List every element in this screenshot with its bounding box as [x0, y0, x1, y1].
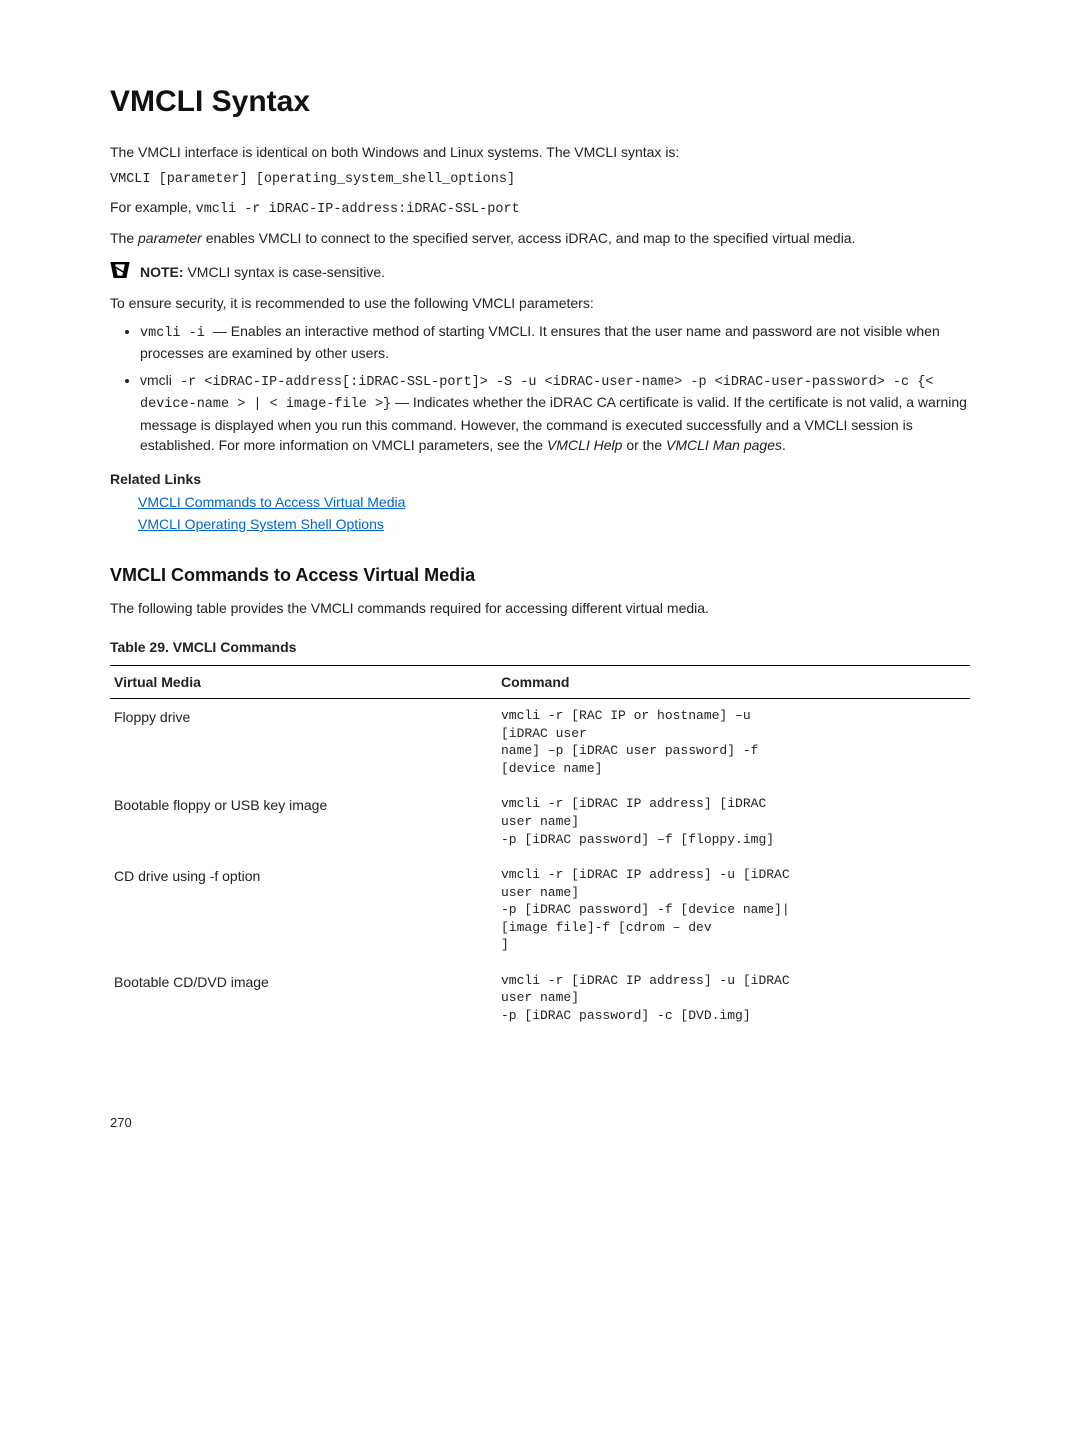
parameter-para-2: enables VMCLI to connect to the specifie… — [202, 230, 856, 246]
sub-intro: The following table provides the VMCLI c… — [110, 598, 970, 618]
parameter-para-1: The — [110, 230, 138, 246]
vmcli-commands-table: Virtual Media Command Floppy drive vmcli… — [110, 665, 970, 1035]
example-line: For example, vmcli -r iDRAC-IP-address:i… — [110, 197, 970, 220]
bullet1-rest: — Enables an interactive method of start… — [140, 323, 940, 362]
cell-command: vmcli -r [iDRAC IP address] -u [iDRAC us… — [497, 858, 970, 964]
list-item: vmcli -i — Enables an interactive method… — [140, 321, 970, 364]
table-row: Bootable CD/DVD image vmcli -r [iDRAC IP… — [110, 964, 970, 1035]
link-vmcli-commands[interactable]: VMCLI Commands to Access Virtual Media — [138, 492, 970, 512]
parameter-list: vmcli -i — Enables an interactive method… — [110, 321, 970, 456]
note-icon — [110, 262, 130, 278]
intro-paragraph: The VMCLI interface is identical on both… — [110, 142, 970, 162]
syntax-line: VMCLI [parameter] [operating_system_shel… — [110, 170, 970, 190]
parameter-word: parameter — [138, 230, 202, 246]
page-heading: VMCLI Syntax — [110, 80, 970, 124]
table-row: Floppy drive vmcli -r [RAC IP or hostnam… — [110, 699, 970, 788]
related-links-block: Related Links VMCLI Commands to Access V… — [110, 469, 970, 534]
bullet2-mid: or the — [622, 437, 666, 453]
bullet2-pre: vmcli — [140, 372, 172, 388]
table-caption: Table 29. VMCLI Commands — [110, 637, 970, 657]
cell-command: vmcli -r [iDRAC IP address] -u [iDRAC us… — [497, 964, 970, 1035]
note-body: VMCLI syntax is case-sensitive. — [187, 264, 385, 280]
th-virtual-media: Virtual Media — [110, 665, 497, 698]
link-vmcli-shell-options[interactable]: VMCLI Operating System Shell Options — [138, 514, 970, 534]
related-links-label: Related Links — [110, 471, 201, 487]
note-block: NOTE: VMCLI syntax is case-sensitive. — [110, 262, 970, 282]
cell-command: vmcli -r [RAC IP or hostname] –u [iDRAC … — [497, 699, 970, 788]
note-text-wrap: NOTE: VMCLI syntax is case-sensitive. — [140, 262, 970, 282]
sub-heading: VMCLI Commands to Access Virtual Media — [110, 562, 970, 588]
cell-media: CD drive using -f option — [110, 858, 497, 964]
th-command: Command — [497, 665, 970, 698]
cell-media: Bootable floppy or USB key image — [110, 787, 497, 858]
security-intro: To ensure security, it is recommended to… — [110, 293, 970, 313]
cell-media: Bootable CD/DVD image — [110, 964, 497, 1035]
bullet2-italic2: VMCLI Man pages — [666, 437, 782, 453]
parameter-paragraph: The parameter enables VMCLI to connect t… — [110, 228, 970, 248]
cell-command: vmcli -r [iDRAC IP address] [iDRAC user … — [497, 787, 970, 858]
example-command: vmcli -r iDRAC-IP-address:iDRAC-SSL-port — [196, 202, 520, 217]
table-row: CD drive using -f option vmcli -r [iDRAC… — [110, 858, 970, 964]
cell-media: Floppy drive — [110, 699, 497, 788]
bullet2-end: . — [782, 437, 786, 453]
list-item: vmcli -r <iDRAC-IP-address[:iDRAC-SSL-po… — [140, 370, 970, 456]
note-label: NOTE: — [140, 264, 187, 280]
bullet2-italic1: VMCLI Help — [547, 437, 622, 453]
bullet1-cmd: vmcli -i — [140, 326, 213, 341]
example-prefix: For example, — [110, 199, 196, 215]
page-number: 270 — [110, 1114, 970, 1133]
table-row: Bootable floppy or USB key image vmcli -… — [110, 787, 970, 858]
